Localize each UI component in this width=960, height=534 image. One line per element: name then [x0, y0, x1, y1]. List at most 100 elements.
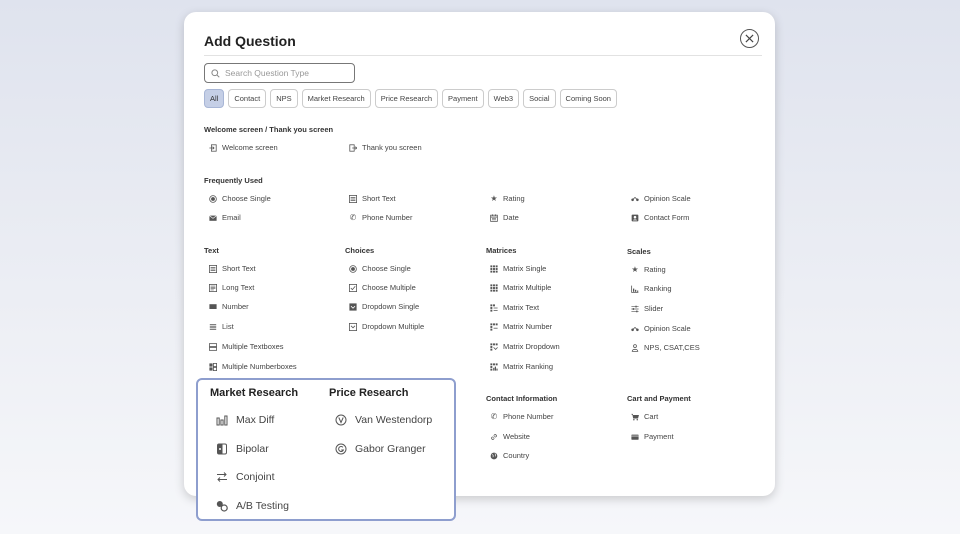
header-divider	[204, 55, 762, 56]
gabor-granger-icon	[335, 443, 347, 455]
question-label: Choose Multiple	[362, 283, 416, 292]
grid-text-icon	[490, 303, 498, 312]
question-rating[interactable]: ★ Rating	[631, 265, 666, 274]
search-icon	[211, 68, 220, 78]
grid-icon	[490, 283, 498, 292]
tab-social[interactable]: Social	[523, 89, 556, 108]
question-label: Matrix Single	[503, 264, 547, 273]
section-matrices-title: Matrices	[486, 246, 517, 255]
question-long-text[interactable]: Long Text	[209, 283, 254, 292]
question-matrix-multiple[interactable]: Matrix Multiple	[490, 283, 551, 292]
grid-ranking-icon	[490, 362, 498, 371]
question-label: Conjoint	[236, 471, 275, 483]
tab-coming-soon[interactable]: Coming Soon	[559, 89, 617, 108]
ranking-icon	[631, 285, 639, 293]
scale-icon	[631, 196, 639, 201]
sign-in-icon	[209, 143, 217, 152]
question-matrix-text[interactable]: Matrix Text	[490, 303, 539, 312]
question-cart[interactable]: Cart	[631, 412, 658, 421]
question-dropdown-single[interactable]: Dropdown Single	[349, 302, 419, 311]
link-icon	[491, 433, 497, 440]
question-short-text[interactable]: Short Text	[209, 264, 256, 273]
question-label: Choose Single	[222, 194, 271, 203]
question-website[interactable]: Website	[490, 432, 530, 441]
question-welcome-screen[interactable]: Welcome screen	[209, 143, 278, 152]
question-ab-testing[interactable]: A/B Testing	[216, 500, 289, 512]
question-number[interactable]: Number	[209, 302, 249, 311]
search-box[interactable]	[204, 63, 355, 83]
question-matrix-dropdown[interactable]: Matrix Dropdown	[490, 342, 560, 351]
swap-arrows-icon	[217, 472, 227, 482]
question-label: Gabor Granger	[355, 443, 426, 455]
close-button[interactable]	[740, 29, 759, 48]
tab-web3[interactable]: Web3	[487, 89, 520, 108]
question-choose-single[interactable]: Choose Single	[209, 194, 271, 203]
question-label: Thank you screen	[362, 143, 422, 152]
question-label: Matrix Text	[503, 303, 540, 312]
question-matrix-ranking[interactable]: Matrix Ranking	[490, 362, 553, 371]
tab-payment[interactable]: Payment	[442, 89, 484, 108]
question-list[interactable]: List	[209, 322, 234, 331]
question-thank-you-screen[interactable]: Thank you screen	[349, 143, 422, 152]
tab-nps[interactable]: NPS	[270, 89, 298, 108]
phone-icon: ✆	[349, 213, 357, 222]
question-multiple-numberboxes[interactable]: Multiple Numberboxes	[209, 362, 297, 371]
question-bipolar[interactable]: Bipolar	[216, 443, 269, 455]
tab-contact[interactable]: Contact	[228, 89, 267, 108]
question-label: Choose Single	[362, 264, 411, 273]
question-multiple-textboxes[interactable]: Multiple Textboxes	[209, 342, 284, 351]
question-short-text[interactable]: Short Text	[349, 194, 396, 203]
question-van-westendorp[interactable]: Van Westendorp	[335, 414, 432, 426]
question-label: Welcome screen	[222, 143, 278, 152]
tab-price-research[interactable]: Price Research	[374, 89, 439, 108]
section-text-title: Text	[204, 246, 219, 255]
question-label: Dropdown Single	[362, 302, 420, 311]
question-payment[interactable]: Payment	[631, 432, 674, 441]
question-choose-multiple[interactable]: Choose Multiple	[349, 283, 416, 292]
question-label: Matrix Multiple	[503, 283, 552, 292]
question-label: Email	[222, 213, 241, 222]
question-label: Slider	[644, 304, 664, 313]
contact-card-icon	[631, 214, 639, 221]
question-label: Country	[503, 451, 530, 460]
tab-all[interactable]: All	[204, 89, 225, 108]
credit-card-icon	[631, 434, 639, 440]
question-matrix-single[interactable]: Matrix Single	[490, 264, 546, 273]
question-label: Cart	[644, 412, 659, 421]
question-phone-number[interactable]: ✆ Phone Number	[490, 412, 554, 421]
question-label: Bipolar	[236, 443, 269, 455]
section-market-research-title: Market Research	[210, 387, 299, 399]
envelope-icon	[209, 214, 217, 221]
question-max-diff[interactable]: Max Diff	[216, 414, 274, 426]
grid-icon	[490, 264, 498, 273]
question-label: Opinion Scale	[644, 324, 691, 333]
section-scales-title: Scales	[627, 247, 651, 256]
question-email[interactable]: Email	[209, 213, 241, 222]
question-gabor-granger[interactable]: Gabor Granger	[335, 443, 426, 455]
question-choose-single[interactable]: Choose Single	[349, 264, 411, 273]
question-label: Date	[503, 213, 519, 222]
search-input[interactable]	[225, 68, 345, 78]
question-dropdown-multiple[interactable]: Dropdown Multiple	[349, 322, 424, 331]
question-label: NPS, CSAT,CES	[644, 343, 700, 352]
question-contact-form[interactable]: Contact Form	[631, 213, 689, 222]
question-label: Matrix Ranking	[503, 362, 554, 371]
question-nps[interactable]: NPS, CSAT,CES	[631, 343, 700, 352]
tab-market-research[interactable]: Market Research	[301, 89, 371, 108]
question-rating[interactable]: ★ Rating	[490, 194, 524, 203]
section-welcome-title: Welcome screen / Thank you screen	[204, 125, 334, 134]
text-lines-icon	[209, 264, 217, 273]
grid-number-icon	[490, 322, 498, 331]
question-slider[interactable]: Slider	[631, 304, 663, 313]
question-country[interactable]: Country	[490, 451, 529, 460]
question-date[interactable]: Date	[490, 213, 519, 222]
question-label: Dropdown Multiple	[362, 322, 425, 331]
question-opinion-scale[interactable]: Opinion Scale	[631, 324, 691, 333]
question-label: Rating	[644, 265, 666, 274]
question-matrix-number[interactable]: Matrix Number	[490, 322, 552, 331]
ab-test-icon	[216, 501, 228, 512]
question-opinion-scale[interactable]: Opinion Scale	[631, 194, 691, 203]
question-conjoint[interactable]: Conjoint	[216, 471, 275, 483]
question-phone-number[interactable]: ✆ Phone Number	[349, 213, 413, 222]
question-ranking[interactable]: Ranking	[631, 284, 672, 293]
